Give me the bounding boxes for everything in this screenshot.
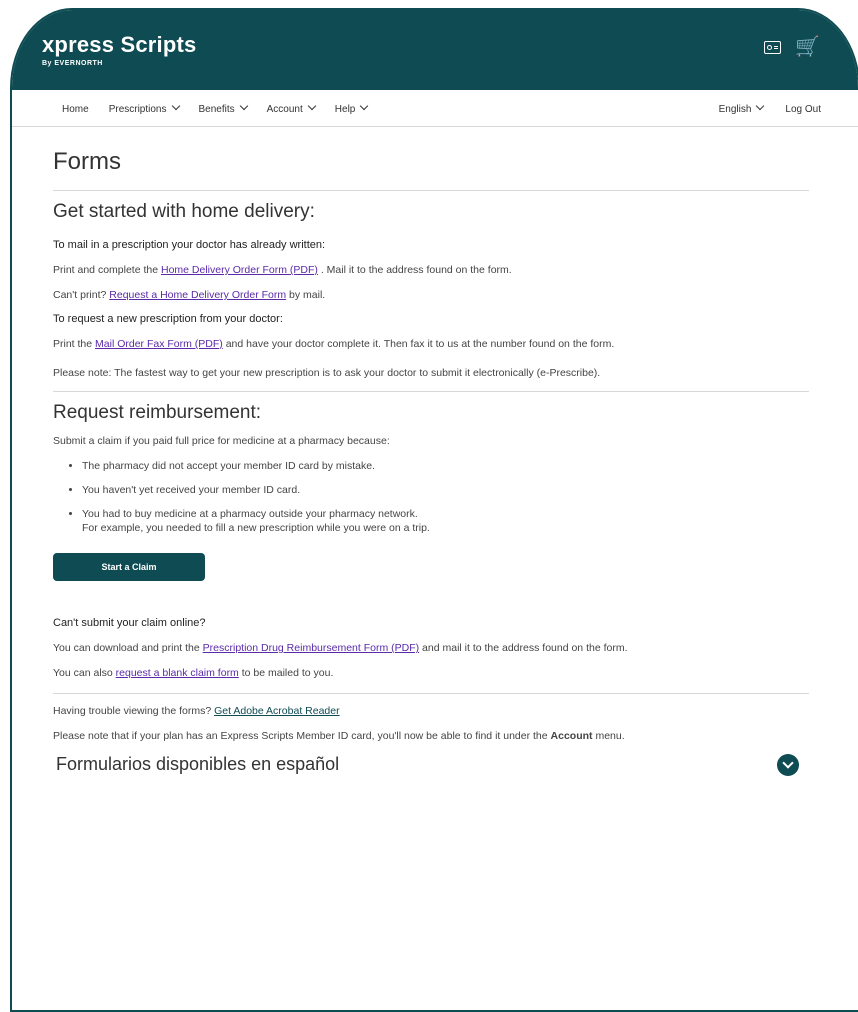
trouble-viewing-text: Having trouble viewing the forms? Get Ad… <box>53 704 809 719</box>
nav-left: Home Prescriptions Benefits Account Help <box>62 101 369 115</box>
fax-form-text: Print the Mail Order Fax Form (PDF) and … <box>53 337 809 352</box>
id-note-suffix: menu. <box>595 730 625 742</box>
nav-help-label: Help <box>334 104 356 115</box>
main-content: Forms Get started with home delivery: To… <box>53 132 809 784</box>
list-item: The pharmacy did not accept your member … <box>82 459 809 473</box>
brand-logo[interactable]: xpress Scripts <box>42 32 196 58</box>
home-delivery-title: Get started with home delivery: <box>53 201 315 222</box>
reimbursement-title: Request reimbursement: <box>53 402 262 423</box>
language-label: English <box>718 104 752 115</box>
nav-right: English Log Out <box>718 101 821 115</box>
list-item-example: For example, you needed to fill a new pr… <box>82 522 430 534</box>
acrobat-reader-link[interactable]: Get Adobe Acrobat Reader <box>214 705 340 717</box>
nav-account-label: Account <box>266 104 303 115</box>
reimbursement-form-link[interactable]: Prescription Drug Reimbursement Form (PD… <box>203 642 419 654</box>
trouble-label: Having trouble viewing the forms? <box>53 705 212 717</box>
brand-sub-logo: By EVERNORTH <box>42 60 103 67</box>
new-prescription-heading: To request a new prescription from your … <box>53 313 283 325</box>
chevron-down-icon <box>171 101 180 111</box>
id-card-icon[interactable] <box>764 40 782 54</box>
header-icons: 🛒 <box>764 37 820 57</box>
also-prefix: You can also <box>53 667 113 679</box>
chevron-down-icon[interactable] <box>777 754 799 776</box>
nav-benefits-label: Benefits <box>198 104 235 115</box>
logout-link[interactable]: Log Out <box>785 104 821 115</box>
eprescribe-note: Please note: The fastest way to get your… <box>53 367 601 379</box>
blank-claim-text: You can also request a blank claim form … <box>53 666 809 681</box>
main-nav: Home Prescriptions Benefits Account Help… <box>12 90 858 127</box>
id-note-prefix: Please note that if your plan has an Exp… <box>53 730 548 742</box>
nav-account[interactable]: Account <box>266 101 317 115</box>
cant-print-label: Can't print? <box>53 289 107 301</box>
request-blank-claim-link[interactable]: request a blank claim form <box>116 667 239 679</box>
member-id-note: Please note that if your plan has an Exp… <box>53 729 809 744</box>
nav-prescriptions-label: Prescriptions <box>108 104 167 115</box>
chevron-down-icon <box>307 101 317 111</box>
download-suffix: and mail it to the address found on the … <box>422 642 628 654</box>
print-the-label: Print the <box>53 338 93 350</box>
chevron-down-icon <box>756 101 765 111</box>
fax-suffix: and have your doctor complete it. Then f… <box>225 338 615 350</box>
language-select[interactable]: English <box>718 101 765 115</box>
reimbursement-intro: Submit a claim if you paid full price fo… <box>53 435 390 447</box>
id-note-bold: Account <box>550 730 593 742</box>
by-mail-label: by mail. <box>289 289 326 301</box>
chevron-down-icon <box>239 101 248 111</box>
nav-help[interactable]: Help <box>334 101 369 115</box>
mail-order-fax-form-link[interactable]: Mail Order Fax Form (PDF) <box>95 338 223 350</box>
nav-home[interactable]: Home <box>62 104 89 115</box>
top-header: xpress Scripts By EVERNORTH 🛒 <box>12 10 858 90</box>
page-title: Forms <box>53 148 121 175</box>
list-item: You had to buy medicine at a pharmacy ou… <box>82 507 809 535</box>
reimbursement-reasons: The pharmacy did not accept your member … <box>53 459 809 535</box>
also-suffix: to be mailed to you. <box>241 667 334 679</box>
divider <box>53 693 809 694</box>
cant-print-text: Can't print? Request a Home Delivery Ord… <box>53 288 809 303</box>
print-prefix: Print and complete the <box>53 264 159 276</box>
request-order-form-link[interactable]: Request a Home Delivery Order Form <box>109 289 286 301</box>
divider <box>53 190 809 191</box>
divider <box>53 391 809 392</box>
home-delivery-order-form-link[interactable]: Home Delivery Order Form (PDF) <box>161 264 318 276</box>
spanish-forms-title: Formularios disponibles en español <box>56 754 340 774</box>
spanish-forms-accordion[interactable]: Formularios disponibles en español <box>53 754 809 784</box>
cant-submit-heading: Can't submit your claim online? <box>53 617 206 629</box>
list-item: You haven't yet received your member ID … <box>82 483 809 497</box>
mail-prescription-heading: To mail in a prescription your doctor ha… <box>53 239 326 251</box>
print-suffix: . Mail it to the address found on the fo… <box>320 264 512 276</box>
download-prefix: You can download and print the <box>53 642 200 654</box>
list-item-text: You had to buy medicine at a pharmacy ou… <box>82 508 418 520</box>
nav-prescriptions[interactable]: Prescriptions <box>108 101 180 115</box>
start-claim-button[interactable]: Start a Claim <box>53 553 205 581</box>
cart-icon[interactable]: 🛒 <box>795 37 820 57</box>
order-form-text: Print and complete the Home Delivery Ord… <box>53 263 809 278</box>
nav-benefits[interactable]: Benefits <box>198 101 248 115</box>
chevron-down-icon <box>360 101 369 111</box>
download-form-text: You can download and print the Prescript… <box>53 641 809 656</box>
